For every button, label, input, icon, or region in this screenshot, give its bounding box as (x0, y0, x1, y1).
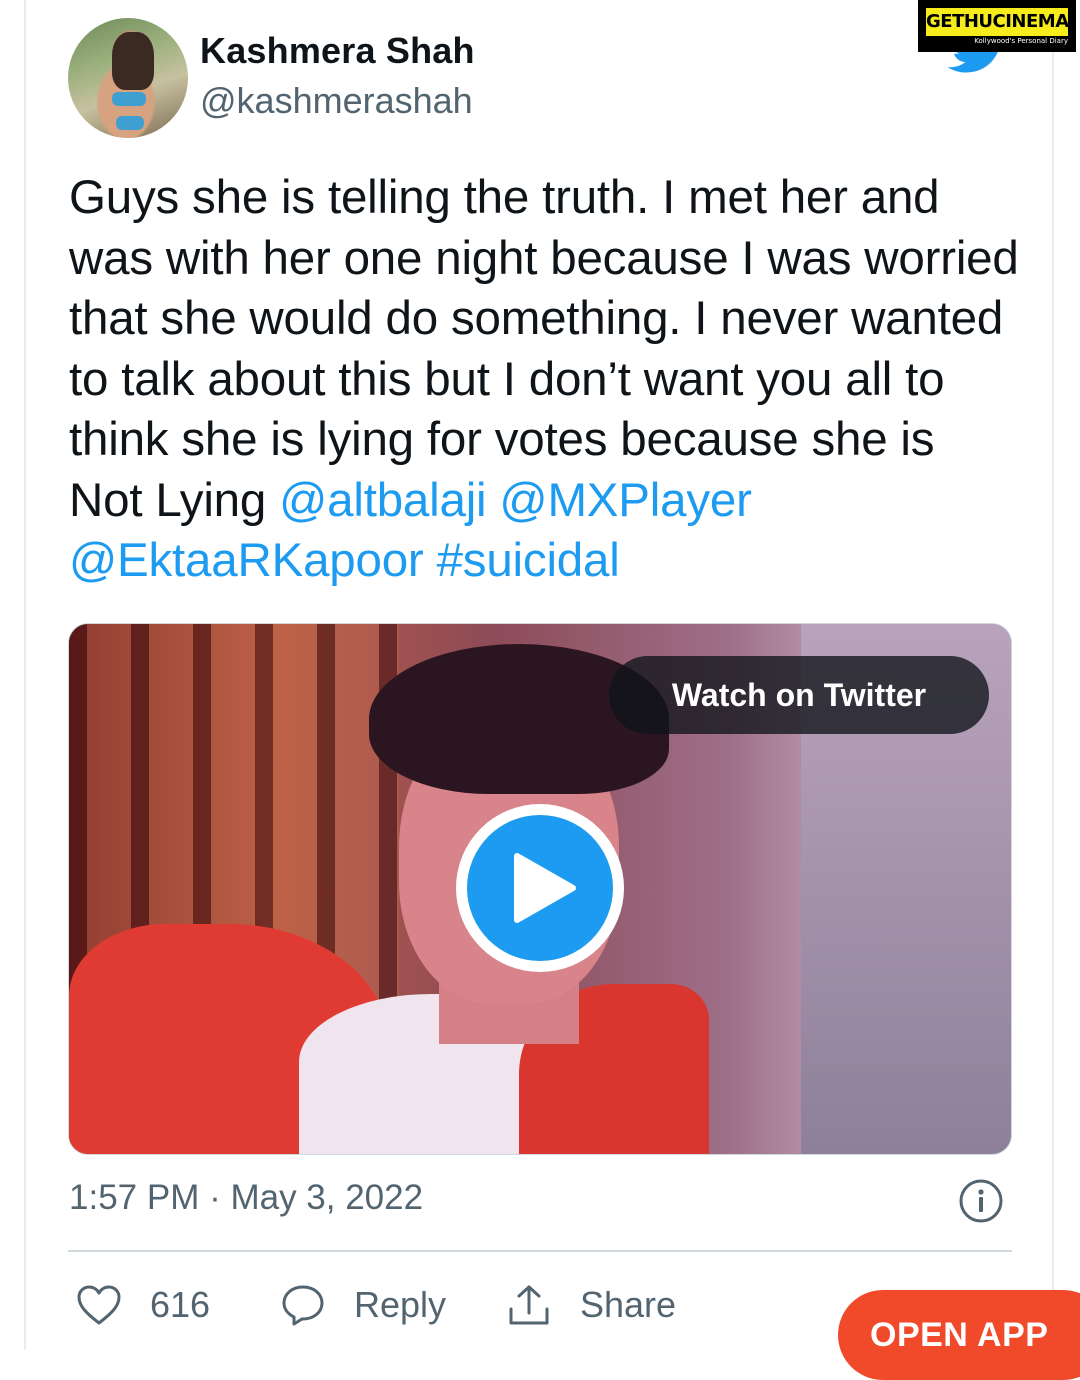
like-button[interactable]: 616 (76, 1282, 210, 1328)
hashtag-suicidal[interactable]: #suicidal (437, 534, 620, 587)
avatar-figure-top (112, 92, 146, 106)
heart-icon (77, 1285, 121, 1325)
share-label: Share (580, 1284, 677, 1325)
tweet-timestamp[interactable]: 1:57 PM · May 3, 2022 (69, 1178, 423, 1218)
card-right-border (1052, 0, 1054, 1350)
author-handle[interactable]: @kashmerashah (200, 80, 473, 122)
mention-ektaarkapoor[interactable]: @EktaaRKapoor (69, 534, 424, 587)
play-button-circle (467, 815, 613, 961)
reply-button[interactable]: Reply (280, 1282, 446, 1328)
like-count: 616 (150, 1284, 211, 1325)
card-left-border (24, 0, 26, 1350)
actions-divider (68, 1250, 1012, 1252)
watermark-logo: GETHUCINEMA Kollywood's Personal Diary (918, 0, 1076, 52)
share-upload-icon (509, 1285, 549, 1325)
share-button[interactable]: Share (506, 1282, 676, 1328)
play-button[interactable] (456, 804, 624, 972)
mention-mxplayer[interactable]: @MXPlayer (499, 474, 752, 527)
watermark-subtitle: Kollywood's Personal Diary (974, 37, 1068, 45)
avatar-figure-hair (112, 32, 154, 90)
watch-on-twitter-button[interactable]: Watch on Twitter (609, 656, 989, 734)
avatar[interactable] (68, 18, 188, 138)
reply-label: Reply (354, 1284, 447, 1325)
author-display-name[interactable]: Kashmera Shah (200, 30, 475, 72)
tweet-text: Guys she is telling the truth. I met her… (69, 168, 1019, 592)
mention-altbalaji[interactable]: @altbalaji (279, 474, 487, 527)
watermark-title: GETHUCINEMA (926, 8, 1069, 36)
open-app-button[interactable]: OPEN APP (838, 1290, 1080, 1380)
avatar-figure-bottom (116, 116, 144, 130)
video-thumbnail[interactable]: Watch on Twitter (68, 623, 1012, 1155)
reply-bubble-icon (282, 1285, 324, 1326)
info-icon[interactable] (958, 1178, 1004, 1224)
play-icon (514, 853, 576, 923)
